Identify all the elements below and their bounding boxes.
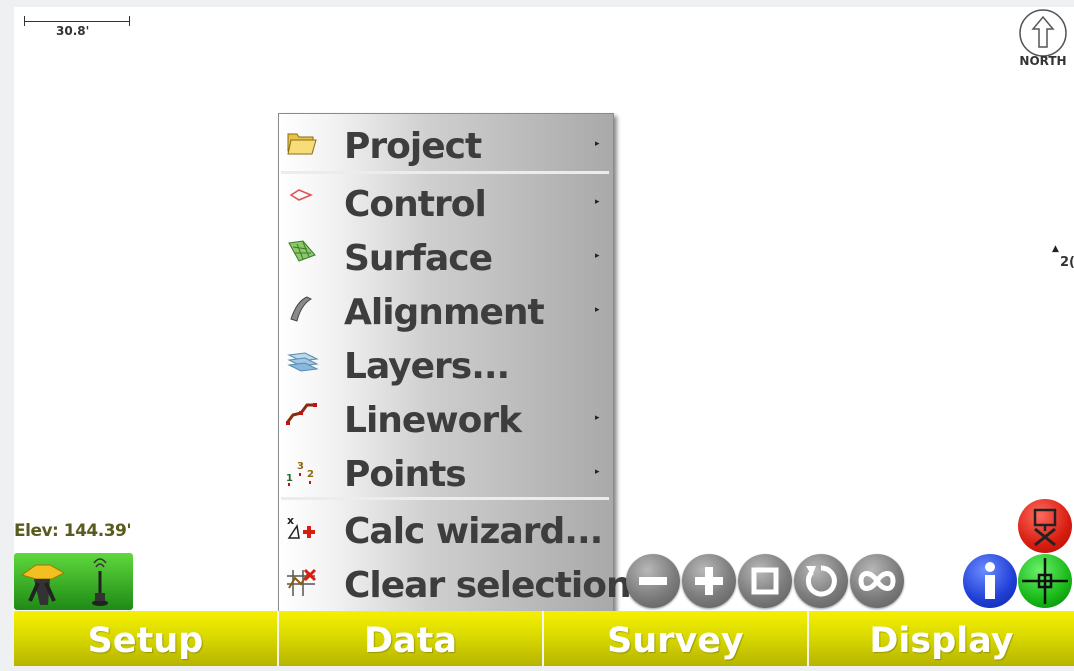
alignment-icon <box>290 296 313 322</box>
surface-icon <box>288 240 316 262</box>
rotate-button[interactable] <box>794 554 848 608</box>
clear-selection-icon <box>287 568 317 596</box>
zoom-out-button[interactable] <box>626 554 680 608</box>
svg-text:2: 2 <box>307 469 314 480</box>
info-button[interactable] <box>963 554 1017 608</box>
crosshair-icon <box>1022 558 1068 604</box>
tab-display[interactable]: Display <box>809 611 1074 666</box>
menu-item-project[interactable]: Project ▸ <box>279 120 613 172</box>
scale-bar-label: 30.8' <box>56 24 90 38</box>
instrument-status-button[interactable] <box>14 553 133 610</box>
north-label: NORTH <box>1019 54 1067 68</box>
menu-item-surface[interactable]: Surface ▸ <box>279 232 613 284</box>
menu-item-linework[interactable]: Linework ▸ <box>279 394 613 446</box>
zoom-all-button[interactable] <box>850 554 904 608</box>
submenu-arrow-icon: ▸ <box>595 251 600 261</box>
submenu-arrow-icon: ▸ <box>595 467 600 477</box>
survey-off-icon <box>1033 508 1057 547</box>
point-label: 2( <box>1060 255 1074 270</box>
menu-item-layers[interactable]: Layers... <box>279 340 613 392</box>
points-icon: 1 3 2 <box>286 461 314 486</box>
svg-text:3: 3 <box>297 461 304 472</box>
zoom-in-button[interactable] <box>682 554 736 608</box>
svg-text:x: x <box>287 514 294 527</box>
menu-item-alignment[interactable]: Alignment ▸ <box>279 286 613 338</box>
data-menu: Project ▸ Control ▸ Surface ▸ Alignment … <box>278 113 632 613</box>
folder-icon <box>287 133 317 155</box>
zoom-extents-icon <box>751 567 779 595</box>
prism-pole-icon <box>92 558 108 606</box>
calc-wizard-icon: x <box>287 514 315 539</box>
info-icon <box>985 562 995 599</box>
menu-item-control[interactable]: Control ▸ <box>279 178 613 230</box>
tab-data[interactable]: Data <box>279 611 542 666</box>
total-station-icon <box>20 558 108 606</box>
zoom-toolbar <box>626 554 906 610</box>
point-marker-icon[interactable]: ▲ <box>1052 244 1059 254</box>
crosshair-button[interactable] <box>1018 554 1072 608</box>
layers-icon <box>287 352 319 372</box>
menu-item-clear-selection[interactable]: Clear selection <box>279 559 632 611</box>
zoom-extents-button[interactable] <box>738 554 792 608</box>
submenu-arrow-icon: ▸ <box>595 305 600 315</box>
menu-separator <box>281 497 609 500</box>
menu-separator <box>281 171 609 174</box>
rotate-icon <box>805 565 837 597</box>
linework-icon <box>285 403 317 425</box>
svg-text:1: 1 <box>286 473 293 484</box>
control-icon <box>289 189 313 201</box>
elevation-readout: Elev: 144.39' <box>14 521 132 541</box>
survey-off-button[interactable] <box>1018 499 1072 553</box>
submenu-arrow-icon: ▸ <box>595 197 600 207</box>
infinity-icon <box>858 571 896 591</box>
menu-item-points[interactable]: 1 3 2 Points ▸ <box>279 448 613 500</box>
submenu-arrow-icon: ▸ <box>595 413 600 423</box>
bottom-tab-bar: Setup Data Survey Display <box>14 611 1074 666</box>
tab-survey[interactable]: Survey <box>544 611 807 666</box>
zoom-out-icon <box>639 577 667 585</box>
tab-setup[interactable]: Setup <box>14 611 277 666</box>
submenu-arrow-icon: ▸ <box>595 139 600 149</box>
menu-item-calc-wizard[interactable]: x Calc wizard... <box>279 505 613 557</box>
scale-bar: 30.8' <box>24 16 130 38</box>
zoom-in-icon <box>695 567 723 595</box>
